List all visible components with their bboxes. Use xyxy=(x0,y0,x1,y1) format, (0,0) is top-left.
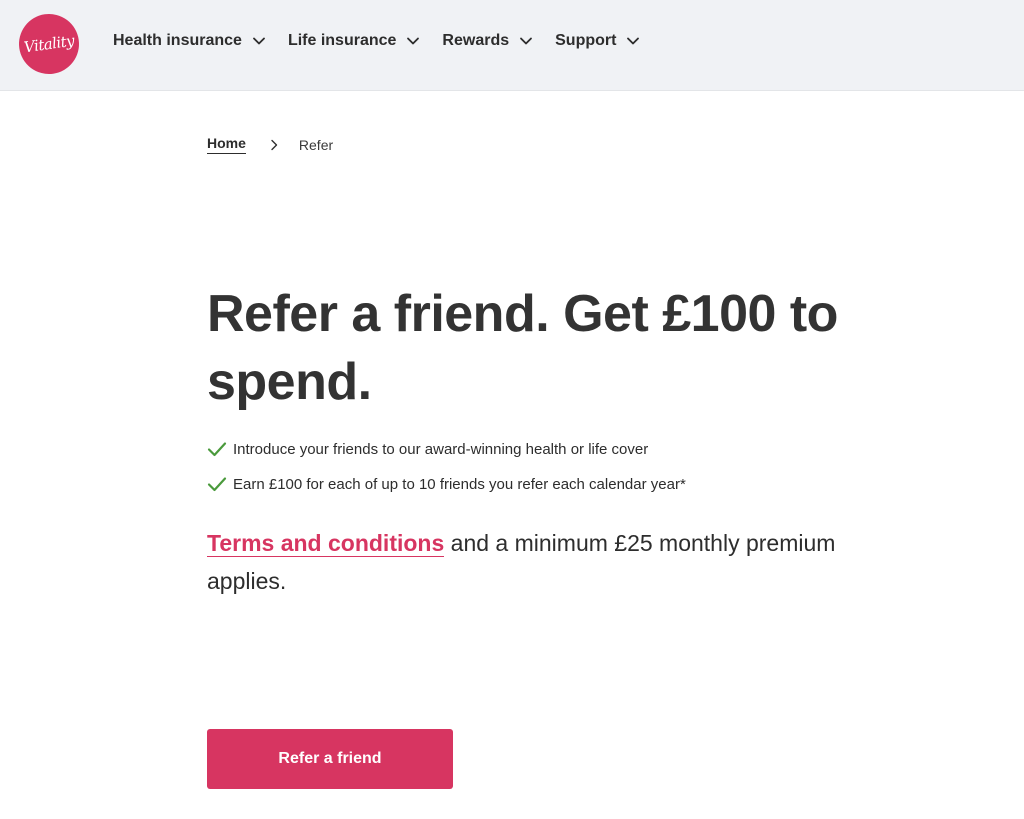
chevron-down-icon xyxy=(253,37,265,45)
breadcrumb-current: Refer xyxy=(298,136,334,153)
page-title: Refer a friend. Get £100 to spend. xyxy=(207,285,838,411)
breadcrumb: Home Refer xyxy=(207,135,333,154)
chevron-down-icon xyxy=(627,37,640,45)
check-icon xyxy=(207,477,227,492)
main-nav: Health insurance Life insurance Rewards … xyxy=(113,32,662,50)
nav-support[interactable]: Support xyxy=(555,32,640,50)
nav-health-insurance[interactable]: Health insurance xyxy=(113,32,266,50)
logo-text: Vitality xyxy=(22,31,76,57)
chevron-down-icon xyxy=(407,37,420,45)
terms-text: Terms and conditions and a minimum £25 m… xyxy=(207,524,907,600)
nav-label: Support xyxy=(555,32,617,49)
list-item: Introduce your friends to our award-winn… xyxy=(207,438,686,460)
benefit-text: Earn £100 for each of up to 10 friends y… xyxy=(233,475,686,493)
nav-life-insurance[interactable]: Life insurance xyxy=(288,32,420,50)
nav-label: Rewards xyxy=(442,32,510,49)
check-icon xyxy=(207,442,227,457)
benefit-text: Introduce your friends to our award-winn… xyxy=(233,440,649,458)
nav-label: Life insurance xyxy=(287,32,397,49)
list-item: Earn £100 for each of up to 10 friends y… xyxy=(207,473,686,495)
nav-label: Health insurance xyxy=(113,32,242,49)
vitality-logo[interactable]: Vitality xyxy=(15,10,83,78)
chevron-down-icon xyxy=(520,37,533,45)
terms-and-conditions-link[interactable]: Terms and conditions xyxy=(207,530,445,557)
benefits-list: Introduce your friends to our award-winn… xyxy=(207,438,686,508)
nav-rewards[interactable]: Rewards xyxy=(442,32,533,50)
breadcrumb-home-link[interactable]: Home xyxy=(207,135,246,154)
chevron-right-icon xyxy=(271,139,278,150)
site-header: Vitality Health insurance Life insurance… xyxy=(0,0,1024,91)
refer-a-friend-button[interactable]: Refer a friend xyxy=(207,729,453,789)
